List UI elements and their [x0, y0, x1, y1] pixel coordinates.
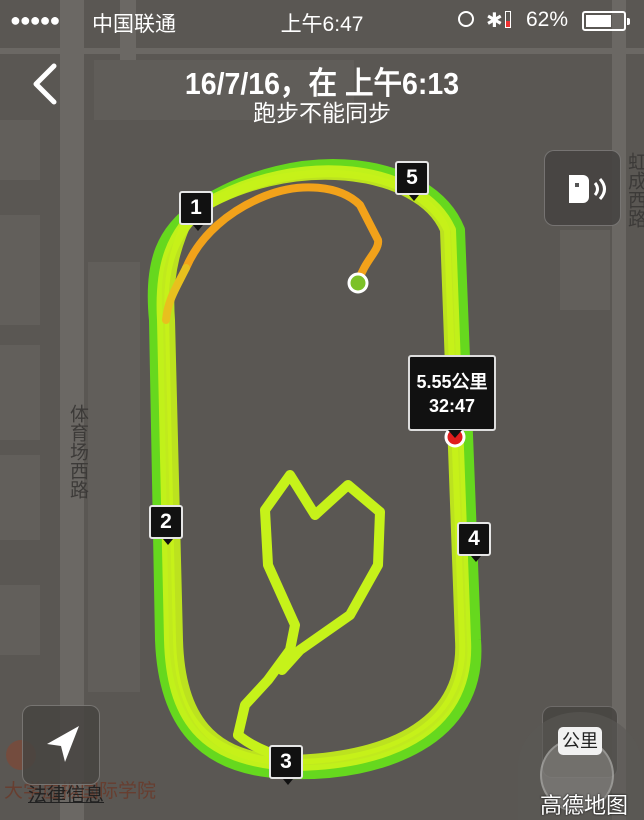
start-marker — [347, 272, 369, 294]
battery-icon — [582, 11, 630, 31]
bluetooth-icon: ✱ — [486, 10, 503, 32]
voice-feedback-button[interactable] — [544, 150, 621, 226]
locate-button[interactable] — [22, 705, 100, 785]
run-summary-callout[interactable]: 5.55公里 32:47 — [408, 355, 496, 438]
bluetooth-battery-icon — [505, 11, 511, 28]
audio-speaker-icon — [569, 175, 606, 203]
km-marker-2[interactable]: 2 — [149, 505, 183, 545]
unit-toggle[interactable]: 公里 — [558, 727, 602, 755]
road-label: 体育场西路 — [67, 404, 88, 499]
status-bar: ●●●●● 中国联通 上午6:47 ✱ 62% — [0, 0, 644, 42]
km-marker-3[interactable]: 3 — [269, 745, 303, 785]
km-marker-5[interactable]: 5 — [395, 161, 429, 201]
sync-status: 跑步不能同步 — [253, 100, 391, 126]
legal-info-link[interactable]: 法律信息 — [28, 780, 104, 807]
map-provider-logo: 高德地图 — [540, 793, 629, 818]
battery-percent: 62% — [526, 8, 569, 31]
run-duration: 32:47 — [428, 396, 476, 416]
km-marker-1[interactable]: 1 — [179, 191, 213, 231]
location-arrow-icon — [47, 726, 79, 762]
road-label: 虹成西路 — [625, 152, 644, 228]
km-marker-4[interactable]: 4 — [457, 522, 491, 562]
run-distance: 5.55公里 — [416, 372, 488, 392]
alarm-icon — [458, 11, 474, 27]
